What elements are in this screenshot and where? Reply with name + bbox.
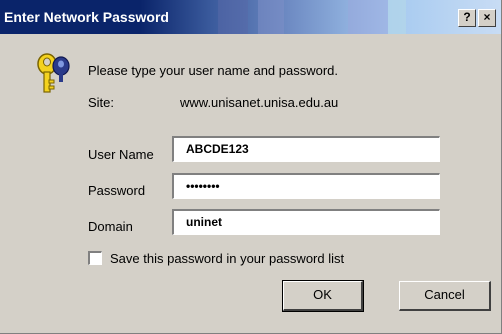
domain-input[interactable]: uninet [172, 209, 440, 235]
window-title: Enter Network Password [4, 9, 169, 25]
close-button[interactable]: × [478, 9, 496, 27]
key-icon [30, 50, 76, 96]
network-password-dialog: Enter Network Password ? × Please type y… [0, 0, 502, 334]
domain-label: Domain [88, 219, 133, 234]
title-bar-band [348, 0, 388, 34]
save-password-label[interactable]: Save this password in your password list [110, 251, 344, 266]
help-button[interactable]: ? [458, 9, 476, 27]
username-input[interactable]: ABCDE123 [172, 136, 440, 162]
cancel-button[interactable]: Cancel [399, 281, 491, 311]
prompt-text: Please type your user name and password. [88, 63, 339, 78]
title-bar-band [258, 0, 284, 34]
username-label: User Name [88, 147, 154, 162]
site-label: Site: [88, 95, 115, 110]
password-input[interactable]: •••••••• [172, 173, 440, 199]
save-password-checkbox[interactable] [88, 251, 102, 265]
title-bar-band [218, 0, 248, 34]
password-label: Password [88, 183, 146, 198]
title-bar-band [388, 0, 406, 34]
site-value: www.unisanet.unisa.edu.au [180, 95, 339, 110]
title-bar[interactable]: Enter Network Password ? × [0, 0, 501, 34]
ok-button[interactable]: OK [282, 280, 364, 312]
